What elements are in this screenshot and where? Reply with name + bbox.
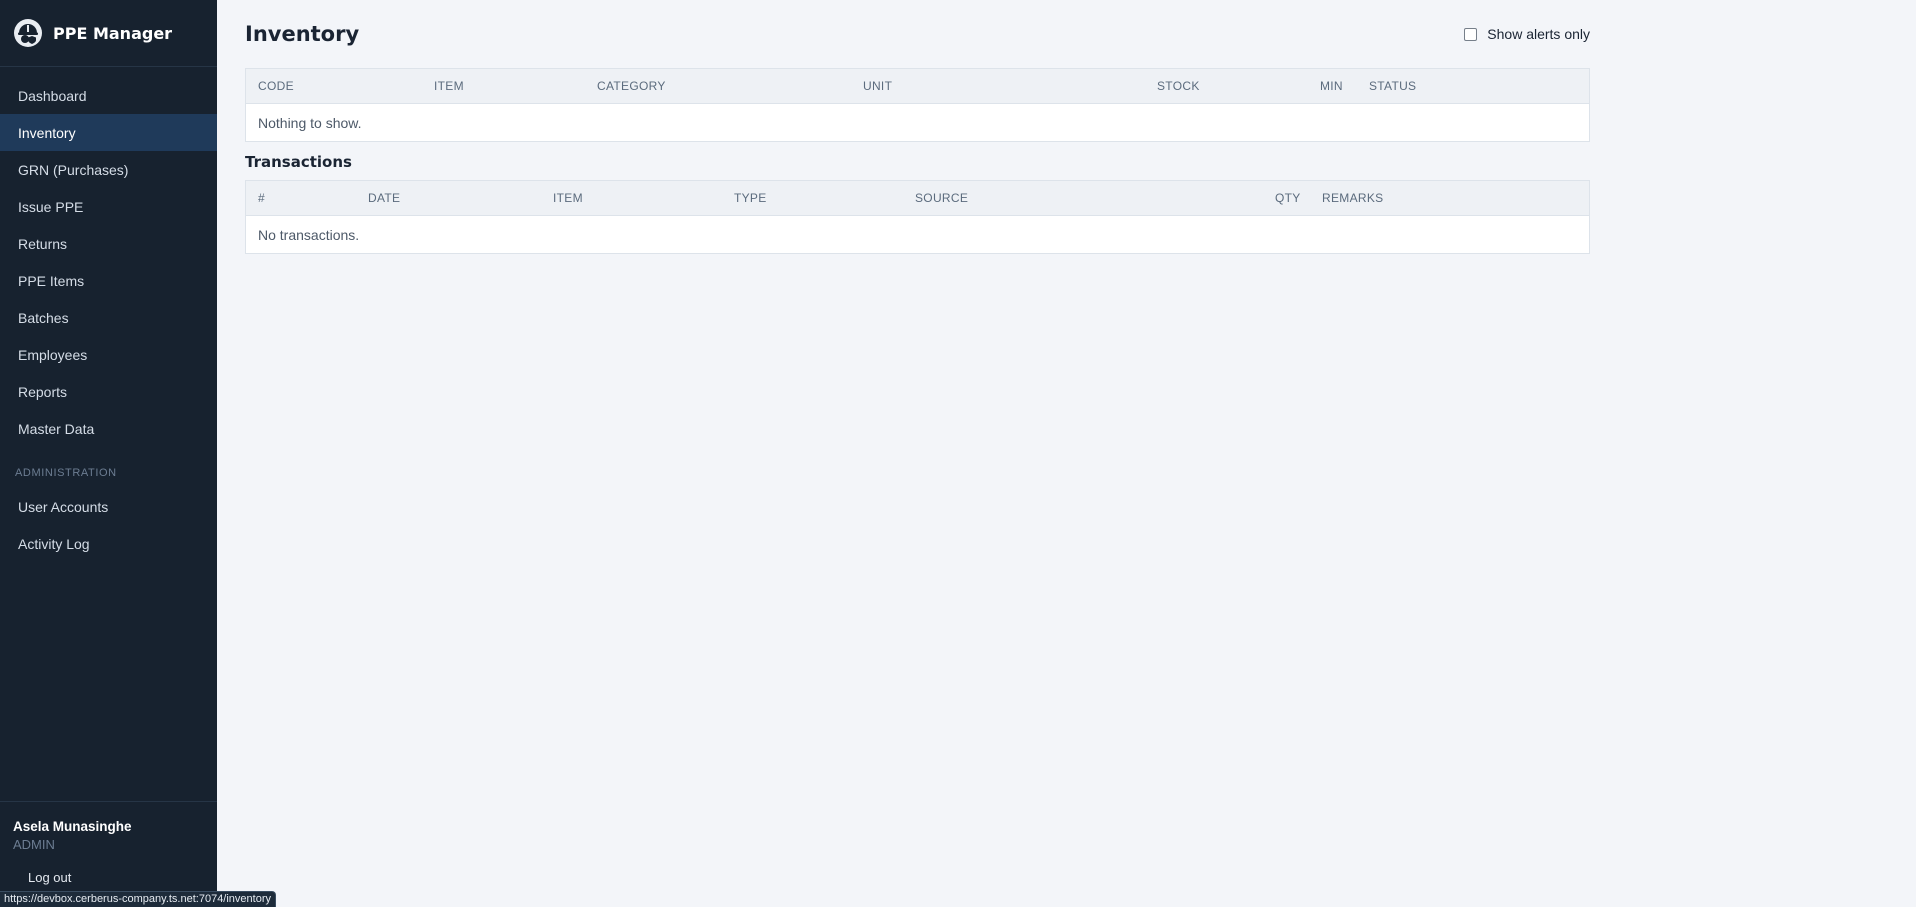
column-header-category[interactable]: CATEGORY <box>597 79 863 93</box>
main-content: Inventory Show alerts only CODE ITEM CAT… <box>245 0 1590 254</box>
admin-nav: User Accounts Activity Log <box>0 488 217 562</box>
column-header-item[interactable]: ITEM <box>434 79 597 93</box>
nav-item-grn-purchases[interactable]: GRN (Purchases) <box>0 151 217 188</box>
column-header-source[interactable]: SOURCE <box>915 191 1275 205</box>
show-alerts-label: Show alerts only <box>1487 26 1590 42</box>
nav-item-dashboard[interactable]: Dashboard <box>0 77 217 114</box>
main-nav: Dashboard Inventory GRN (Purchases) Issu… <box>0 67 217 447</box>
column-header-code[interactable]: CODE <box>258 79 434 93</box>
column-header-number[interactable]: # <box>258 191 368 205</box>
nav-item-issue-ppe[interactable]: Issue PPE <box>0 188 217 225</box>
column-header-min[interactable]: MIN <box>1320 79 1369 93</box>
admin-section-label: ADMINISTRATION <box>15 467 117 479</box>
page-title: Inventory <box>245 22 360 46</box>
nav-item-user-accounts[interactable]: User Accounts <box>0 488 217 525</box>
app-name: PPE Manager <box>53 23 173 43</box>
nav-item-returns[interactable]: Returns <box>0 225 217 262</box>
transactions-table-header: # DATE ITEM TYPE SOURCE QTY REMARKS <box>246 181 1589 216</box>
show-alerts-checkbox[interactable] <box>1464 27 1478 41</box>
sidebar: PPE Manager Dashboard Inventory GRN (Pur… <box>0 0 217 907</box>
inventory-empty-message: Nothing to show. <box>258 114 362 131</box>
transactions-title: Transactions <box>245 153 352 171</box>
column-header-stock[interactable]: STOCK <box>1157 79 1320 93</box>
show-alerts-toggle[interactable]: Show alerts only <box>1464 26 1590 42</box>
column-header-type[interactable]: TYPE <box>734 191 915 205</box>
column-header-date[interactable]: DATE <box>368 191 553 205</box>
nav-item-ppe-items[interactable]: PPE Items <box>0 262 217 299</box>
nav-item-reports[interactable]: Reports <box>0 373 217 410</box>
brand[interactable]: PPE Manager <box>0 0 217 67</box>
nav-item-employees[interactable]: Employees <box>0 336 217 373</box>
nav-item-activity-log[interactable]: Activity Log <box>0 525 217 562</box>
column-header-item[interactable]: ITEM <box>553 191 734 205</box>
nav-item-inventory[interactable]: Inventory <box>0 114 217 151</box>
user-name: Asela Munasinghe <box>13 819 132 834</box>
logout-button[interactable]: Log out <box>28 870 71 885</box>
status-bar-url: https://devbox.cerberus-company.ts.net:7… <box>0 891 276 907</box>
hardhat-shield-icon <box>14 19 42 47</box>
user-role: ADMIN <box>13 837 55 852</box>
inventory-table: CODE ITEM CATEGORY UNIT STOCK MIN STATUS… <box>245 68 1590 142</box>
nav-item-batches[interactable]: Batches <box>0 299 217 336</box>
page-header: Inventory Show alerts only <box>245 0 1590 68</box>
inventory-table-header: CODE ITEM CATEGORY UNIT STOCK MIN STATUS <box>246 69 1589 104</box>
transactions-empty-message: No transactions. <box>258 226 360 243</box>
column-header-unit[interactable]: UNIT <box>863 79 1157 93</box>
nav-item-master-data[interactable]: Master Data <box>0 410 217 447</box>
column-header-qty[interactable]: QTY <box>1275 191 1322 205</box>
column-header-remarks[interactable]: REMARKS <box>1322 191 1383 205</box>
transactions-table: # DATE ITEM TYPE SOURCE QTY REMARKS No t… <box>245 180 1590 254</box>
column-header-status[interactable]: STATUS <box>1369 79 1416 93</box>
